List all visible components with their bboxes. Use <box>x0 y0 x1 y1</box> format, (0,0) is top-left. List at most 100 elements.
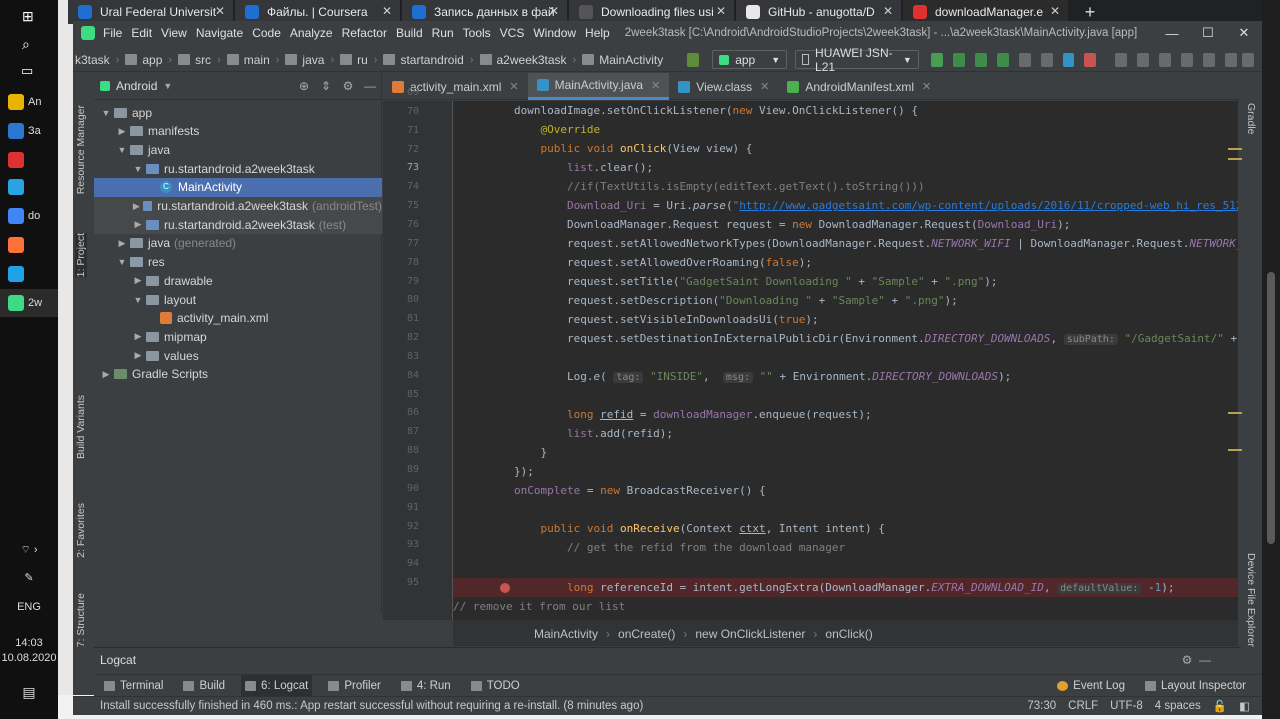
tree-arrow-icon[interactable]: ▶ <box>116 238 128 249</box>
tree-item[interactable]: ▼ ru.startandroid.a2week3task <box>94 159 382 178</box>
close-tab-icon[interactable]: ✕ <box>1050 4 1060 18</box>
lock-icon[interactable]: 🔓 <box>1213 699 1227 713</box>
tool-window-button[interactable]: 6: Logcat <box>241 674 313 697</box>
tree-arrow-icon[interactable]: ▶ <box>132 219 144 230</box>
tool-strip-tab[interactable]: Device File Explorer <box>1245 553 1257 647</box>
close-icon[interactable]: ✕ <box>760 80 769 93</box>
tree-item[interactable]: ▶ manifests <box>94 122 382 141</box>
tool-window-button[interactable]: Build <box>179 675 229 697</box>
editor-tab[interactable]: View.class ✕ <box>669 73 778 100</box>
close-tab-icon[interactable]: ✕ <box>215 4 225 18</box>
tree-arrow-icon[interactable]: ▶ <box>116 126 128 137</box>
tree-item[interactable]: ▶ ru.startandroid.a2week3task (androidTest… <box>94 196 382 216</box>
warning-marker[interactable] <box>1228 158 1242 160</box>
menu-vcs[interactable]: VCS <box>500 26 525 40</box>
nav-crumb[interactable]: MainActivity <box>582 53 663 67</box>
search-button[interactable]: ⌕ <box>0 30 58 58</box>
menu-edit[interactable]: Edit <box>131 26 152 40</box>
tree-arrow-icon[interactable]: ▼ <box>100 108 112 118</box>
notifications-icon[interactable]: ▤ <box>0 684 58 701</box>
taskbar-app[interactable] <box>0 146 58 174</box>
tree-item[interactable]: ▶ java (generated) <box>94 234 382 253</box>
gear-icon[interactable]: ⚙ — <box>1182 653 1211 667</box>
breadcrumb-item[interactable]: onCreate() <box>618 627 675 641</box>
nav-crumb[interactable]: java <box>285 53 324 67</box>
status-item[interactable]: UTF-8 <box>1110 700 1143 712</box>
taskbar-app[interactable] <box>0 173 58 201</box>
gear-icon[interactable]: ⚙ <box>337 79 359 93</box>
task-view-button[interactable]: ▭ <box>0 57 58 85</box>
tree-arrow-icon[interactable]: ▶ <box>132 275 144 286</box>
warning-marker[interactable] <box>1228 148 1242 150</box>
editor-tab[interactable]: AndroidManifest.xml ✕ <box>778 73 940 100</box>
locate-icon[interactable]: ⊕ <box>293 79 315 93</box>
browser-scrollbar[interactable] <box>1262 0 1280 719</box>
taskbar-app[interactable]: 2w <box>0 289 58 317</box>
pen-icon[interactable]: ✎ <box>0 571 58 584</box>
scrollbar-thumb[interactable] <box>1267 272 1275 544</box>
menu-help[interactable]: Help <box>585 26 610 40</box>
tree-item[interactable]: C MainActivity <box>94 177 382 197</box>
language-indicator[interactable]: ENG <box>0 601 58 613</box>
menu-file[interactable]: File <box>103 26 122 40</box>
nav-crumb[interactable]: app <box>125 53 162 67</box>
close-tab-icon[interactable]: ✕ <box>883 4 893 18</box>
event-icon[interactable]: ◧ <box>1239 699 1250 713</box>
close-icon[interactable]: ✕ <box>509 80 518 93</box>
chevron-down-icon[interactable]: ▼ <box>163 81 172 91</box>
nav-crumb[interactable]: k3task <box>75 53 110 67</box>
taskbar-app[interactable]: За <box>0 117 58 145</box>
tree-item[interactable]: ▶ ru.startandroid.a2week3task (test) <box>94 215 382 235</box>
taskbar-app[interactable]: An <box>0 88 58 116</box>
tree-arrow-icon[interactable]: ▼ <box>116 145 128 155</box>
nav-crumb[interactable]: startandroid <box>383 53 464 67</box>
tree-arrow-icon[interactable]: ▶ <box>132 331 144 342</box>
profile-icon[interactable] <box>1040 52 1053 67</box>
tool-strip-tab[interactable]: 1: Project <box>75 233 87 278</box>
maximize-icon[interactable]: ☐ <box>1190 21 1226 45</box>
tree-item[interactable]: ▼ res <box>94 253 382 272</box>
tool-window-button[interactable]: Layout Inspector <box>1141 675 1250 697</box>
tool-window-button[interactable]: 4: Run <box>397 675 455 697</box>
run-icon[interactable] <box>930 52 943 67</box>
device-select[interactable]: HUAWEI JSN-L21 ▼ <box>795 46 919 74</box>
menu-view[interactable]: View <box>161 26 187 40</box>
sdk-manager-icon[interactable] <box>1159 52 1172 67</box>
tree-arrow-icon[interactable]: ▶ <box>132 350 144 361</box>
tree-item[interactable]: ▶ drawable <box>94 271 382 290</box>
tool-window-button[interactable]: Terminal <box>100 675 167 697</box>
hide-icon[interactable]: — <box>359 79 381 93</box>
nav-crumb[interactable]: src <box>178 53 211 67</box>
clock-time[interactable]: 14:03 <box>0 637 58 649</box>
status-item[interactable]: 73:30 <box>1027 700 1056 712</box>
collapse-icon[interactable]: ⇕ <box>315 79 337 93</box>
layout-inspector-icon[interactable] <box>1181 52 1194 67</box>
apply-changes-icon[interactable] <box>952 52 965 67</box>
tool-strip-tab[interactable]: Gradle <box>1245 103 1257 135</box>
tool-window-button[interactable]: TODO <box>467 675 524 697</box>
breadcrumb-item[interactable]: MainActivity <box>534 627 598 641</box>
tool-window-button[interactable]: Event Log <box>1053 675 1129 697</box>
project-view-select[interactable]: Android <box>116 79 157 93</box>
nav-crumb[interactable]: ru <box>340 53 368 67</box>
menu-build[interactable]: Build <box>396 26 423 40</box>
run-config-select[interactable]: app ▼ <box>712 50 788 69</box>
tree-item[interactable]: ▶ values <box>94 346 382 365</box>
avd-manager-icon[interactable] <box>1137 52 1150 67</box>
project-structure-icon[interactable] <box>1225 52 1238 67</box>
tool-strip-tab[interactable]: Build Variants <box>75 395 87 459</box>
taskbar-app[interactable] <box>0 231 58 259</box>
tree-item[interactable]: ▼ layout <box>94 290 382 309</box>
menu-code[interactable]: Code <box>252 26 281 40</box>
tree-item[interactable]: ▼ java <box>94 140 382 159</box>
menu-navigate[interactable]: Navigate <box>196 26 243 40</box>
tree-item[interactable]: ▼ app <box>94 103 382 122</box>
menu-run[interactable]: Run <box>432 26 454 40</box>
tool-window-button[interactable]: Profiler <box>324 675 384 697</box>
breakpoint-icon[interactable] <box>500 583 510 593</box>
breadcrumb-item[interactable]: onClick() <box>825 627 872 641</box>
close-icon[interactable]: ✕ <box>651 79 660 92</box>
tool-strip-tab[interactable]: 2: Favorites <box>75 503 87 558</box>
tool-strip-tab[interactable]: 7: Structure <box>75 593 87 647</box>
tool-strip-tab[interactable]: Resource Manager <box>75 105 87 194</box>
